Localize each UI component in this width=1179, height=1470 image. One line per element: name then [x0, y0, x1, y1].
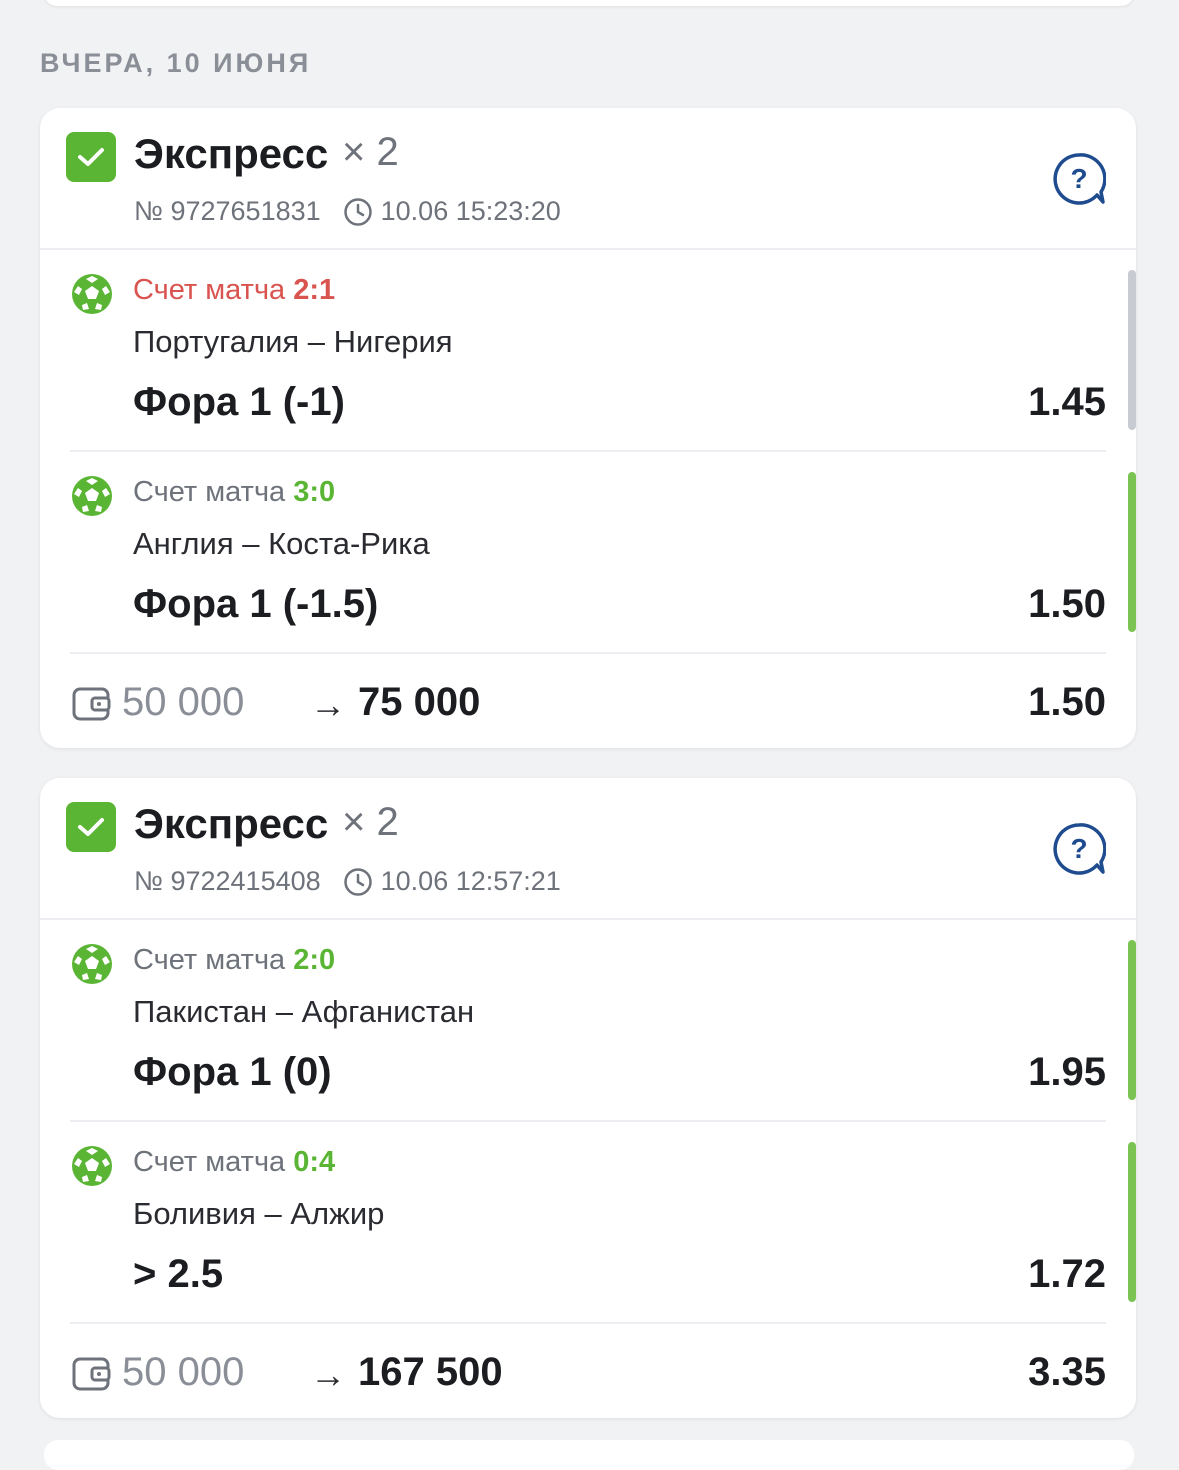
match-teams: Англия – Коста-Рика: [133, 526, 430, 561]
card-header: Экспресс × 2 № 9727651831 10.06 15:23:20…: [40, 108, 1136, 250]
card-header: Экспресс × 2 № 9722415408 10.06 12:57:21…: [40, 778, 1136, 920]
bet-outcome: Фора 1 (-1.5): [133, 582, 379, 626]
match-teams: Пакистан – Афганистан: [133, 994, 475, 1029]
check-icon: [66, 132, 116, 182]
bet-number: № 9727651831: [134, 196, 321, 226]
bet-outcome: Фора 1 (-1): [133, 380, 345, 424]
bet-time: 10.06 15:23:20: [380, 196, 561, 226]
bet-type-title: Экспресс: [134, 800, 329, 847]
soccer-ball-icon: [70, 942, 114, 991]
clock-icon: [343, 867, 373, 897]
soccer-ball-icon: [70, 474, 114, 523]
date-header: ВЧЕРА, 10 ИЮНЯ: [40, 48, 312, 78]
arrow-right-icon: →: [310, 1354, 346, 1395]
clock-icon: [343, 197, 373, 227]
status-bar: [1128, 472, 1136, 632]
wallet-icon: [72, 1355, 112, 1398]
match-score: 2:1: [293, 274, 336, 306]
bet-card[interactable]: Экспресс × 2 № 9722415408 10.06 12:57:21…: [40, 778, 1136, 1418]
wallet-icon: [72, 685, 112, 728]
bet-row[interactable]: Счет матча 0:4 Боливия – Алжир > 2.5 1.7…: [70, 1122, 1136, 1324]
bet-footer: 50 000 → 75 000 1.50: [70, 654, 1106, 748]
bet-row[interactable]: Счет матча 3:0 Англия – Коста-Рика Фора …: [70, 452, 1136, 654]
bet-odd: 1.45: [1028, 380, 1106, 424]
payout-amount: 75 000: [358, 680, 481, 724]
bet-time: 10.06 12:57:21: [380, 866, 561, 896]
bet-outcome: Фора 1 (0): [133, 1050, 332, 1094]
bet-odd: 1.95: [1028, 1050, 1106, 1094]
market-label: Счет матча 0:4: [133, 1146, 336, 1178]
next-card-edge: [44, 1440, 1134, 1470]
previous-card-edge: [44, 0, 1134, 6]
soccer-ball-icon: [70, 272, 114, 321]
help-icon[interactable]: ?: [1052, 152, 1107, 211]
status-bar: [1128, 270, 1136, 430]
bet-odd: 1.50: [1028, 582, 1106, 626]
svg-text:?: ?: [1070, 833, 1087, 864]
match-score: 0:4: [293, 1146, 336, 1178]
match-score: 3:0: [293, 476, 336, 508]
match-score: 2:0: [293, 944, 336, 976]
payout-amount: 167 500: [358, 1350, 503, 1394]
market-label: Счет матча 2:1: [133, 274, 336, 306]
bet-card[interactable]: Экспресс × 2 № 9727651831 10.06 15:23:20…: [40, 108, 1136, 748]
soccer-ball-icon: [70, 1144, 114, 1193]
market-label: Счет матча 3:0: [133, 476, 336, 508]
stake-amount: 50 000: [122, 680, 245, 724]
bet-number: № 9722415408: [134, 866, 321, 896]
svg-text:?: ?: [1070, 163, 1087, 194]
multiplier: × 2: [342, 130, 399, 174]
bet-odd: 1.72: [1028, 1252, 1106, 1296]
bet-row[interactable]: Счет матча 2:0 Пакистан – Афганистан Фор…: [70, 920, 1136, 1122]
bet-footer: 50 000 → 167 500 3.35: [70, 1324, 1106, 1418]
multiplier: × 2: [342, 800, 399, 844]
total-odd: 1.50: [1028, 680, 1106, 724]
match-teams: Португалия – Нигерия: [133, 324, 453, 359]
arrow-right-icon: →: [310, 684, 346, 725]
stake-amount: 50 000: [122, 1350, 245, 1394]
total-odd: 3.35: [1028, 1350, 1106, 1394]
market-label: Счет матча 2:0: [133, 944, 336, 976]
match-teams: Боливия – Алжир: [133, 1196, 385, 1231]
bet-type-title: Экспресс: [134, 130, 329, 177]
status-bar: [1128, 940, 1136, 1100]
bet-outcome: > 2.5: [133, 1252, 224, 1296]
bet-row[interactable]: Счет матча 2:1 Португалия – Нигерия Фора…: [70, 250, 1136, 452]
bet-meta: № 9722415408 10.06 12:57:21: [134, 866, 561, 897]
check-icon: [66, 802, 116, 852]
help-icon[interactable]: ?: [1052, 822, 1107, 881]
status-bar: [1128, 1142, 1136, 1302]
bet-meta: № 9727651831 10.06 15:23:20: [134, 196, 561, 227]
